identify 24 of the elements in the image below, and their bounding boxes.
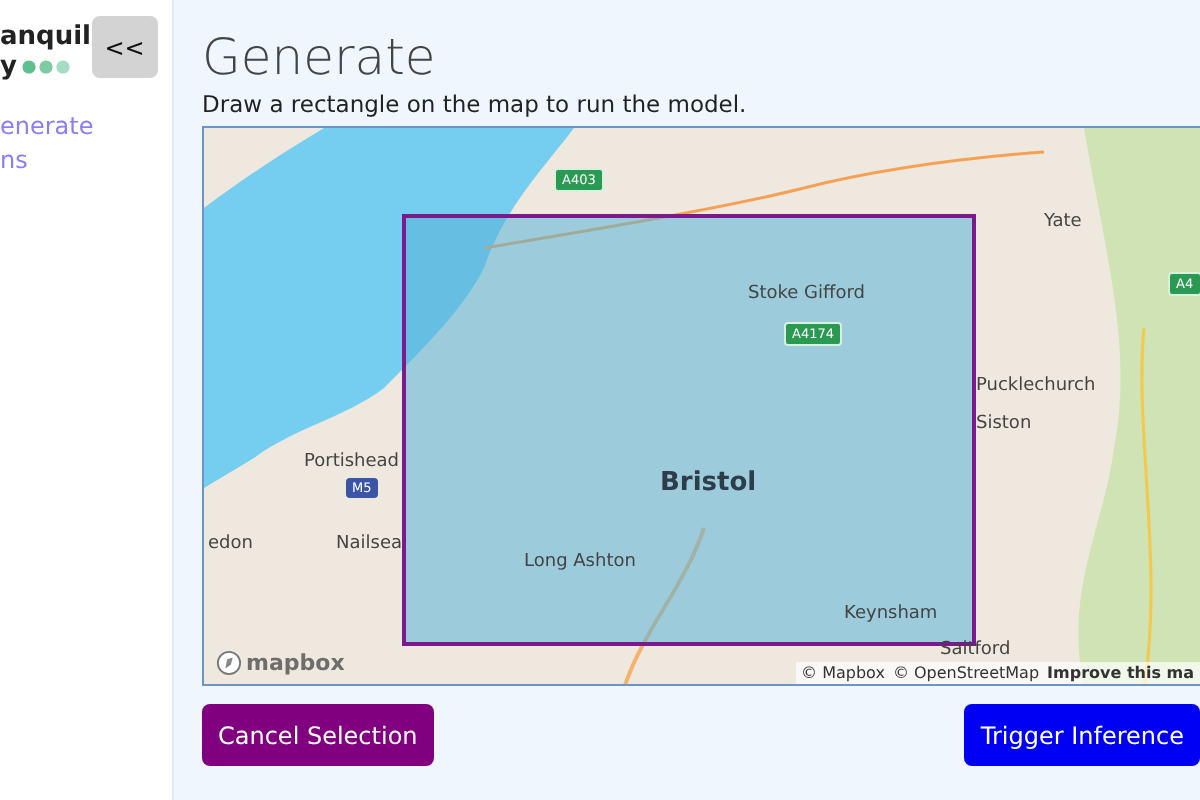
place-label: Saltford bbox=[940, 640, 1011, 660]
collapse-button[interactable]: << bbox=[91, 16, 158, 78]
place-label: Bristol bbox=[660, 468, 757, 498]
attribution-link[interactable]: © OpenStreetMap bbox=[892, 664, 1040, 682]
cancel-button[interactable]: Cancel Selection bbox=[202, 704, 434, 766]
instruction-text: Draw a rectangle on the map to run the model. bbox=[202, 90, 749, 118]
place-label: Siston bbox=[976, 414, 1032, 434]
page-title: Generate bbox=[202, 28, 438, 88]
place-label: Stoke Gifford bbox=[748, 284, 865, 304]
attribution-link[interactable]: © Mapbox bbox=[801, 664, 885, 682]
logo-text: y bbox=[0, 52, 17, 82]
place-label: Yate bbox=[1044, 212, 1082, 232]
trigger-button[interactable]: Trigger Inference bbox=[964, 704, 1200, 766]
map-logo-text: mapbox bbox=[246, 650, 345, 676]
place-label: Long Ashton bbox=[524, 552, 636, 572]
place-label: Keynsham bbox=[844, 604, 938, 624]
place-label: Nailsea bbox=[336, 534, 402, 554]
mapbox-logo-icon bbox=[216, 650, 242, 676]
dots-icon bbox=[22, 60, 71, 74]
place-label: edon bbox=[208, 534, 253, 554]
place-label: Pucklechurch bbox=[976, 376, 1096, 396]
place-label: Portishead bbox=[304, 452, 400, 472]
logo-text: anquil bbox=[0, 22, 91, 52]
attribution-link[interactable]: Improve this ma bbox=[1047, 664, 1194, 682]
